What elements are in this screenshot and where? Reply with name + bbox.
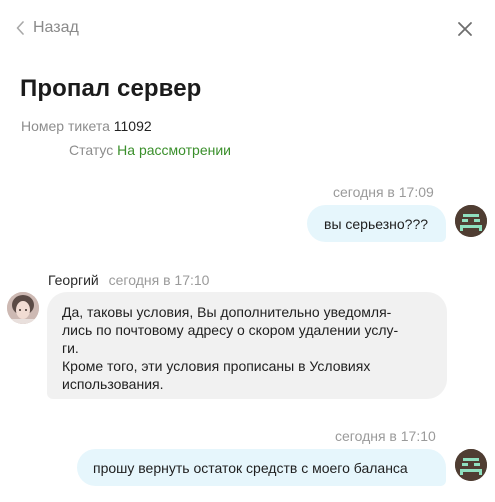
message-line: Да, таковы условия, Вы дополнительно уве… <box>62 304 392 320</box>
message-bubble-incoming: Да, таковы условия, Вы дополнительно уве… <box>47 292 447 399</box>
message-line: ги. <box>62 340 79 356</box>
ticket-status-label: Статус <box>69 142 114 158</box>
back-label: Назад <box>33 19 79 36</box>
back-button[interactable]: Назад <box>16 19 79 37</box>
ticket-status-value: На рассмотрении <box>117 142 231 158</box>
ticket-status-row: Статус На рассмотрении <box>69 141 231 159</box>
close-button[interactable] <box>457 21 473 37</box>
message-time: сегодня в 17:10 <box>108 272 210 288</box>
avatar <box>455 205 487 237</box>
chevron-left-icon <box>16 21 24 35</box>
ticket-number-value: 11092 <box>113 118 152 134</box>
message-time: сегодня в 17:10 <box>335 428 436 444</box>
avatar <box>7 292 39 324</box>
message-text: вы серьезно??? <box>324 216 429 232</box>
message-line: лись по почтовому адресу о скором удален… <box>62 322 399 338</box>
operator-avatar-icon <box>7 292 39 324</box>
user-avatar-icon <box>455 449 487 481</box>
message-bubble-outgoing: вы серьезно??? <box>307 205 446 242</box>
ticket-number-row: Номер тикета 11092 <box>21 117 152 135</box>
message-line: использования. <box>62 376 164 392</box>
message-line: Кроме того, эти условия прописаны в Усло… <box>62 358 371 374</box>
message-sender: Георгий сегодня в 17:10 <box>48 271 209 289</box>
user-avatar-icon <box>455 205 487 237</box>
message-bubble-outgoing: прошу вернуть остаток средств с моего ба… <box>77 449 446 486</box>
ticket-number-label: Номер тикета <box>21 118 110 134</box>
ticket-title: Пропал сервер <box>20 75 202 102</box>
message-text: прошу вернуть остаток средств с моего ба… <box>93 460 408 476</box>
sender-name: Георгий <box>48 272 99 288</box>
avatar <box>455 449 487 481</box>
message-time: сегодня в 17:09 <box>333 184 434 200</box>
close-icon <box>457 21 473 37</box>
top-bar: Назад <box>0 0 495 58</box>
